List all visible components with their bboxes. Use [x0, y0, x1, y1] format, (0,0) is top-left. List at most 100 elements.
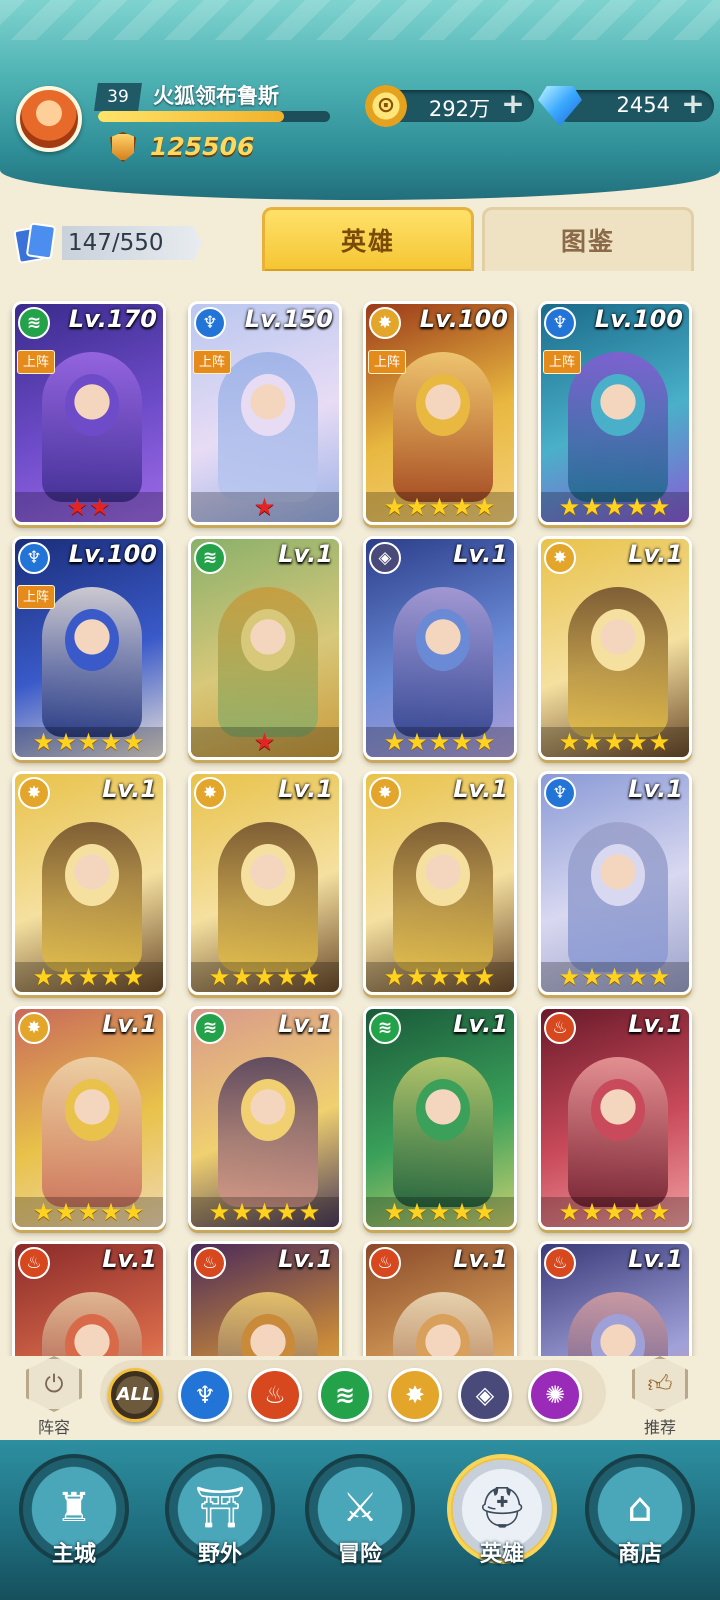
water-element-icon: ♆: [544, 307, 576, 339]
light-element-icon: ✸: [544, 542, 576, 574]
nav-label: 野外: [197, 1542, 242, 1567]
hero-level: Lv.100: [594, 305, 683, 333]
hero-level: Lv.100: [419, 305, 508, 333]
nav-shop[interactable]: ⌂ 商店: [578, 1454, 702, 1600]
hero-card[interactable]: ✸ Lv.1 ★★★★★: [12, 1006, 166, 1230]
star-icon: ★: [603, 963, 627, 991]
filter-wind-button[interactable]: ≋: [318, 1368, 372, 1422]
star-icon: ★: [32, 728, 56, 756]
hero-level: Lv.1: [102, 1010, 157, 1038]
star-rating: ★★★★★: [15, 962, 163, 992]
nav-gate[interactable]: ⛩ 野外: [158, 1454, 282, 1600]
hero-face: [65, 1079, 119, 1141]
filter-dark-button[interactable]: ◈: [458, 1368, 512, 1422]
player-avatar[interactable]: [16, 86, 82, 152]
star-icon: ★: [77, 963, 101, 991]
star-icon: ★: [451, 493, 474, 521]
hero-level: Lv.170: [68, 305, 157, 333]
hero-card[interactable]: ✸ Lv.1 ★★★★★: [538, 536, 692, 760]
hero-card[interactable]: ♆ Lv.1 ★★★★★: [538, 771, 692, 995]
hero-card[interactable]: ≋ Lv.170 上阵 ★★: [12, 301, 166, 525]
hero-card[interactable]: ✸ Lv.1 ★★★★★: [188, 771, 342, 995]
nav-helmet[interactable]: ⛑ 英雄: [440, 1454, 564, 1600]
star-icon: ★: [231, 963, 254, 991]
recommend-button[interactable]: 👍︎ 推荐: [628, 1356, 692, 1440]
hero-level: Lv.150: [244, 305, 333, 333]
star-icon: ★: [383, 963, 407, 991]
hero-card[interactable]: ♆ Lv.150 上阵 ★: [188, 301, 342, 525]
star-icon: ★: [89, 493, 112, 521]
hero-level: Lv.1: [278, 1010, 333, 1038]
fire-element-icon: ♨: [369, 1247, 401, 1279]
nav-castle[interactable]: ♜ 主城: [12, 1454, 136, 1600]
hero-card[interactable]: ✸ Lv.1 ★★★★★: [363, 771, 517, 995]
star-icon: ★: [383, 728, 407, 756]
hero-level: Lv.1: [278, 540, 333, 568]
star-icon: ★: [558, 963, 582, 991]
filter-all-button[interactable]: ALL: [108, 1368, 162, 1422]
filter-light-button[interactable]: ✸: [388, 1368, 442, 1422]
hero-face: [416, 374, 470, 436]
hero-card[interactable]: ♨ Lv.1 ★★★★★: [538, 1006, 692, 1230]
hero-card[interactable]: ✸ Lv.1 ★★★★★: [12, 771, 166, 995]
fire-element-icon: ♨: [544, 1012, 576, 1044]
star-rating: ★★★★★: [541, 492, 689, 522]
light-element-icon: ✸: [18, 1012, 50, 1044]
add-gem-button[interactable]: +: [680, 90, 706, 118]
nav-label: 英雄: [479, 1542, 524, 1567]
star-icon: ★: [473, 728, 497, 756]
hero-card[interactable]: ✸ Lv.100 上阵 ★★★★★: [363, 301, 517, 525]
light-element-icon: ✸: [369, 777, 401, 809]
star-icon: ★: [406, 963, 429, 991]
lineup-button[interactable]: ⏻ 阵容: [22, 1356, 86, 1440]
star-icon: ★: [253, 493, 277, 521]
star-rating: ★★★★★: [366, 1197, 514, 1227]
tab-heroes[interactable]: 英雄: [262, 207, 474, 271]
hero-face: [591, 1079, 645, 1141]
filter-water-button[interactable]: ♆: [178, 1368, 232, 1422]
recommend-label: 推荐: [643, 1418, 676, 1437]
combat-power: 125506: [150, 132, 255, 161]
hero-face: [241, 1079, 295, 1141]
deployed-badge: 上阵: [17, 585, 56, 609]
star-icon: ★: [428, 493, 452, 521]
star-icon: ★: [558, 1198, 582, 1226]
star-icon: ★: [100, 728, 123, 756]
hero-card[interactable]: ♨ Lv.1: [188, 1241, 342, 1356]
tab-codex[interactable]: 图鉴: [482, 207, 694, 271]
nav-label: 商店: [617, 1542, 662, 1567]
star-icon: ★: [253, 1198, 277, 1226]
star-icon: ★: [66, 493, 89, 521]
filter-chaos-button[interactable]: ✺: [528, 1368, 582, 1422]
dark-element-icon: ◈: [369, 542, 401, 574]
hero-card[interactable]: ♨ Lv.1: [12, 1241, 166, 1356]
star-icon: ★: [473, 963, 497, 991]
star-icon: ★: [406, 493, 429, 521]
hero-card[interactable]: ♆ Lv.100 上阵 ★★★★★: [538, 301, 692, 525]
hero-face: [591, 609, 645, 671]
hero-card[interactable]: ≋ Lv.1 ★★★★★: [363, 1006, 517, 1230]
hero-card[interactable]: ♨ Lv.1: [363, 1241, 517, 1356]
star-icon: ★: [77, 728, 101, 756]
hero-card[interactable]: ◈ Lv.1 ★★★★★: [363, 536, 517, 760]
nav-sword[interactable]: ⚔ 冒险: [298, 1454, 422, 1600]
star-rating: ★: [191, 492, 339, 522]
thumbs-up-icon: 👍︎: [632, 1356, 688, 1412]
star-rating: ★★★★★: [366, 492, 514, 522]
add-gold-button[interactable]: +: [500, 90, 526, 118]
hero-card[interactable]: ≋ Lv.1 ★: [188, 536, 342, 760]
hero-card[interactable]: ♨ Lv.1: [538, 1241, 692, 1356]
hero-card[interactable]: ♆ Lv.100 上阵 ★★★★★: [12, 536, 166, 760]
wind-element-icon: ≋: [369, 1012, 401, 1044]
nav-label: 冒险: [337, 1542, 382, 1567]
star-icon: ★: [451, 963, 474, 991]
hero-face: [241, 609, 295, 671]
hero-level: Lv.1: [453, 775, 508, 803]
star-icon: ★: [55, 728, 78, 756]
hero-card[interactable]: ≋ Lv.1 ★★★★★: [188, 1006, 342, 1230]
star-rating: ★★: [15, 492, 163, 522]
deployed-badge: 上阵: [17, 350, 56, 374]
filter-fire-button[interactable]: ♨: [248, 1368, 302, 1422]
player-level: 39: [94, 83, 142, 111]
star-icon: ★: [32, 1198, 56, 1226]
